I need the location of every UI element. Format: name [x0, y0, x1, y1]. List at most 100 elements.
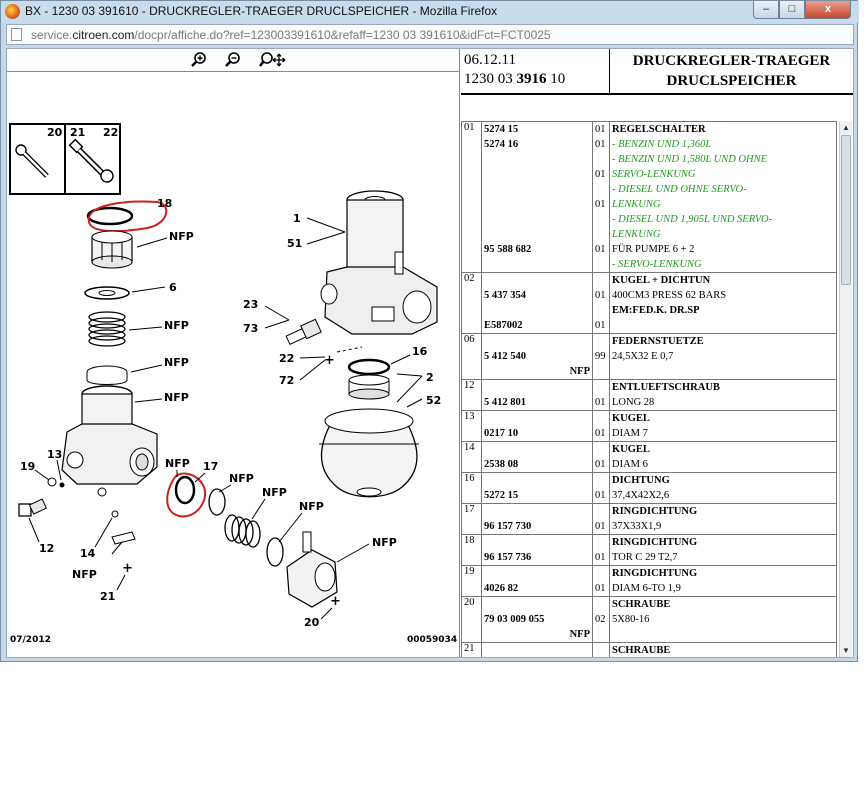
part-number[interactable]: E587002	[482, 320, 523, 331]
part-detail: SERVO-LENKUNG	[612, 169, 696, 180]
part-name: KUGEL + DICHTUN	[612, 275, 711, 286]
description-cell: ENTLUEFTSCHRAUB LONG 28	[609, 379, 837, 411]
quantity-cell: 01	[592, 441, 610, 473]
quantity-cell: 01	[592, 410, 610, 442]
doc-title-line2: DRUCLSPEICHER	[666, 73, 797, 89]
description-cell: SCHRAUBE 5X80-16	[609, 596, 837, 643]
description-cell: RINGDICHTUNG TOR C 29 T2,7	[609, 534, 837, 566]
part-name: FEDERNSTUETZE	[612, 336, 704, 347]
table-row[interactable]: 17 96 157 730 01 RINGDICHTUNG 37X33X1,9	[461, 503, 837, 535]
drawing-panel: 20 21 22 18 NFP 6 NFP NFP NFP 19 13 12 1…	[7, 49, 460, 657]
nfp-flag: NFP	[569, 629, 590, 640]
spring	[88, 311, 126, 347]
minimize-button[interactable]: –	[753, 1, 779, 19]
quantity: 01	[595, 397, 606, 408]
item-number: 01	[461, 121, 482, 273]
firefox-icon	[5, 4, 20, 19]
pan-zoom-icon[interactable]	[259, 51, 287, 69]
table-row[interactable]: 01 5274 15 5274 16 95 588 682 01 01 01 01 01 REGE…	[461, 121, 837, 273]
maximize-button[interactable]: □	[779, 1, 805, 19]
part-number[interactable]: 5274 15	[482, 124, 518, 135]
part-number[interactable]: 96 157 736	[482, 552, 531, 563]
table-row[interactable]: 19 4026 82 01 RINGDICHTUNG DIAM 6-TO 1,9	[461, 565, 837, 597]
page-icon	[11, 28, 22, 41]
close-button[interactable]: x	[805, 1, 851, 19]
callout-13: 13	[47, 448, 62, 461]
table-row[interactable]: 18 96 157 736 01 RINGDICHTUNG TOR C 29 T2,7	[461, 534, 837, 566]
quantity: 01	[595, 552, 606, 563]
ball-13	[47, 477, 57, 487]
screw-kit-box: 20 21 22	[9, 123, 121, 195]
part-number[interactable]: 4026 82	[482, 583, 518, 594]
part-number[interactable]: 5272 15	[482, 490, 518, 501]
quantity-cell: 01	[592, 379, 610, 411]
callout-18: 18	[157, 197, 172, 210]
quantity-cell: 01	[592, 534, 610, 566]
part-number[interactable]: 96 157 730	[482, 521, 531, 532]
title-bar[interactable]: BX - 1230 03 391610 - DRUCKREGLER-TRAEGE…	[1, 1, 859, 23]
part-name: KUGEL	[612, 413, 650, 424]
part-number[interactable]: 2538 08	[482, 459, 518, 470]
callout-17: 17	[203, 460, 218, 473]
item-number: 14	[461, 441, 482, 473]
doc-title: DRUCKREGLER-TRAEGER DRUCLSPEICHER	[610, 49, 853, 94]
drawing-date: 07/2012	[10, 635, 51, 645]
seal-18	[86, 200, 168, 233]
accumulator-sphere	[319, 374, 419, 498]
callout-22: 22	[279, 352, 294, 365]
quantity: 01	[595, 490, 606, 501]
quantity: 01	[595, 199, 606, 210]
part-detail: LENKUNG	[612, 229, 661, 240]
quantity: 01	[595, 320, 606, 331]
doc-date: 06.12.11	[464, 52, 516, 68]
part-name: SCHRAUBE	[612, 599, 671, 610]
item-number: 20	[461, 596, 482, 643]
doc-info: 06.12.11 1230 03 3916 10	[461, 49, 610, 94]
nfp-side-cup: NFP	[229, 472, 254, 485]
part-name: KUGEL	[612, 444, 650, 455]
table-row[interactable]: 16 5272 15 01 DICHTUNG 37,4X42X2,6	[461, 472, 837, 504]
table-row[interactable]: 12 5 412 801 01 ENTLUEFTSCHRAUB LONG 28	[461, 379, 837, 411]
part-detail: LENKUNG	[612, 199, 661, 210]
address-bar[interactable]: service.citroen.com/docpr/affiche.do?ref…	[6, 24, 854, 45]
spring-cup	[86, 365, 128, 385]
table-row[interactable]: 13 0217 10 01 KUGEL DIAM 7	[461, 410, 837, 442]
table-row[interactable]: 14 2538 08 01 KUGEL DIAM 6	[461, 441, 837, 473]
regulator-cap	[91, 230, 133, 269]
table-row[interactable]: 21 SCHRAUBE	[461, 642, 837, 657]
part-number[interactable]: 5 412 801	[482, 397, 526, 408]
description-cell: KUGEL DIAM 6	[609, 441, 837, 473]
scroll-down-icon[interactable]: ▼	[840, 644, 852, 657]
part-number[interactable]: 95 588 682	[482, 244, 531, 255]
zoom-out-icon[interactable]	[223, 51, 243, 69]
nfp-cap: NFP	[169, 230, 194, 243]
zoom-in-icon[interactable]	[189, 51, 209, 69]
part-number[interactable]: 5274 16	[482, 139, 518, 150]
nfp-body: NFP	[164, 391, 189, 404]
description-cell: RINGDICHTUNG DIAM 6-TO 1,9	[609, 565, 837, 597]
part-number[interactable]: 5 437 354	[482, 290, 526, 301]
description-cell: FEDERNSTUETZE 24,5X32 E 0,7	[609, 333, 837, 380]
nfp-side-washer: NFP	[299, 500, 324, 513]
scroll-thumb[interactable]	[841, 135, 851, 285]
table-row[interactable]: 06 5 412 540 NFP 99 FEDERNSTUETZE 24,5X32 E 0…	[461, 333, 837, 380]
callout-16: 16	[412, 345, 428, 358]
svg-text:+: +	[122, 561, 133, 576]
bleed-screw-23	[285, 318, 322, 345]
nfp-flag: NFP	[569, 366, 590, 377]
clip	[111, 531, 136, 545]
part-number[interactable]: 0217 10	[482, 428, 518, 439]
callout-21: 21	[100, 590, 115, 603]
quantity-cell: 01	[592, 503, 610, 535]
part-number[interactable]: 79 03 009 055	[482, 614, 544, 625]
table-row[interactable]: 02 5 437 354 E587002 01 01 KUGEL + DICHTUN 400…	[461, 272, 837, 334]
part-number[interactable]: 5 412 540	[482, 351, 526, 362]
vertical-scrollbar[interactable]: ▲ ▼	[839, 121, 852, 657]
scroll-up-icon[interactable]: ▲	[840, 121, 852, 134]
item-number: 02	[461, 272, 482, 334]
quantity-cell: 01	[592, 565, 610, 597]
url-text[interactable]: service.citroen.com/docpr/affiche.do?ref…	[31, 28, 551, 42]
table-row[interactable]: 20 79 03 009 055 NFP 02 SCHRAUBE 5X80-16	[461, 596, 837, 643]
part-detail: LONG 28	[612, 397, 655, 408]
quantity: 01	[595, 521, 606, 532]
